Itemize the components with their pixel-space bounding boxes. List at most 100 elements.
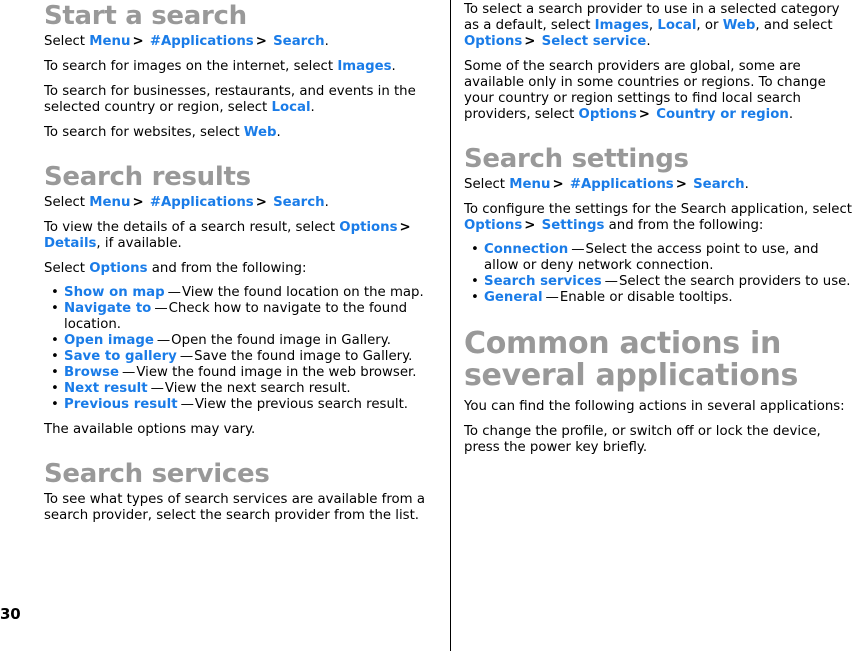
bullet-icon: •	[471, 290, 479, 305]
bullet-icon: •	[51, 301, 59, 316]
ui-term-images: Images	[594, 18, 649, 33]
left-column: Start a search Select Menu > #Application…	[44, 0, 440, 533]
paragraph-view-details: To view the details of a search result, …	[44, 220, 440, 252]
ui-term-applications: #Applications	[569, 177, 674, 192]
text-local-post: .	[310, 100, 315, 115]
list-item: • Navigate to —Check how to navigate to th…	[44, 301, 440, 333]
option-term: Open image	[64, 333, 154, 348]
ui-term-search: Search	[273, 195, 325, 210]
text-details-post: , if available.	[96, 236, 182, 251]
em-dash: —	[122, 365, 136, 380]
option-term: Connection	[484, 242, 569, 257]
section-title-search-results: Search results	[44, 162, 251, 192]
ui-term-options: Options	[339, 220, 398, 235]
list-item: • Browse —View the found image in the web …	[44, 365, 440, 381]
text-local-pre: To search for businesses, restaurants, a…	[44, 84, 416, 115]
path-separator: >	[552, 177, 564, 192]
ui-term-menu: Menu	[89, 34, 131, 49]
path-period: .	[324, 34, 329, 49]
bullet-icon: •	[471, 274, 479, 289]
option-term: Navigate to	[64, 301, 152, 316]
text-default-mid-3: , and select	[755, 18, 833, 33]
option-term: Previous result	[64, 397, 178, 412]
list-item: • Connection —Select the access point to u…	[464, 242, 855, 274]
option-term: Show on map	[64, 285, 165, 300]
path-separator: >	[132, 195, 144, 210]
option-term: Browse	[64, 365, 120, 380]
text-configure-post: and from the following:	[604, 218, 764, 233]
ui-term-images: Images	[337, 59, 392, 74]
option-term: Next result	[64, 381, 148, 396]
section-title-search-services: Search services	[44, 459, 270, 489]
text-global-post: .	[788, 107, 794, 122]
path-period: .	[324, 195, 329, 210]
option-description: View the found image in the web browser.	[136, 365, 417, 380]
ui-term-web: Web	[722, 18, 756, 33]
text-images-pre: To search for images on the internet, se…	[44, 59, 338, 74]
paragraph-search-settings-path: Select Menu > #Applications > Search.	[464, 177, 855, 193]
ui-term-settings: Settings	[541, 218, 605, 233]
path-intro-text: Select	[464, 177, 506, 192]
section-title-search-settings: Search settings	[464, 144, 689, 174]
paragraph-search-service-types: To see what types of search services are…	[44, 492, 426, 523]
paragraph-global-providers: Some of the search providers are global,…	[464, 59, 855, 123]
ui-term-search: Search	[273, 34, 325, 49]
paragraph-search-images: To search for images on the internet, se…	[44, 59, 440, 75]
path-separator: >	[255, 34, 267, 49]
text-images-post: .	[391, 59, 396, 74]
option-description: View the next search result.	[164, 381, 351, 396]
ui-term-options: Options	[89, 261, 148, 276]
text-default-post: .	[646, 34, 651, 49]
ui-term-select-service: Select service	[541, 34, 647, 49]
text-web-pre: To search for websites, select	[44, 125, 244, 140]
option-term: General	[484, 290, 543, 305]
paragraph-select-options: Select Options and from the following:	[44, 261, 440, 277]
list-item: • Show on map —View the found location on …	[44, 285, 440, 301]
list-item: • Search services —Select the search provi…	[464, 274, 855, 290]
path-separator: >	[524, 34, 536, 49]
bullet-icon: •	[51, 285, 59, 300]
paragraph-default-provider: To select a search provider to use in a …	[464, 2, 855, 50]
bullet-icon: •	[51, 397, 59, 412]
section-title-start-a-search: Start a search	[44, 1, 247, 31]
right-column: To select a search provider to use in a …	[464, 0, 855, 465]
paragraph-power-key: To change the profile, or switch off or …	[464, 424, 821, 455]
em-dash: —	[156, 333, 171, 348]
option-term: Save to gallery	[64, 349, 177, 364]
option-description: View the previous search result.	[194, 397, 409, 412]
ui-term-options: Options	[464, 34, 523, 49]
paragraph-search-web: To search for websites, select Web.	[44, 125, 440, 141]
text-default-mid-2: , or	[696, 18, 723, 33]
list-item: • Save to gallery —Save the found image to…	[44, 349, 440, 365]
paragraph-options-may-vary: The available options may vary.	[44, 422, 256, 437]
path-intro-text: Select	[44, 34, 86, 49]
paragraph-start-search-path: Select Menu > #Applications > Search.	[44, 34, 440, 50]
text-web-post: .	[276, 125, 281, 140]
path-separator: >	[255, 195, 267, 210]
bullet-icon: •	[471, 242, 479, 257]
ui-term-menu: Menu	[89, 195, 131, 210]
option-description: Enable or disable tooltips.	[559, 290, 733, 305]
text-details-pre: To view the details of a search result, …	[44, 220, 340, 235]
option-description: Open the found image in Gallery.	[171, 333, 391, 348]
em-dash: —	[604, 274, 618, 289]
ui-term-country-or-region: Country or region	[656, 107, 789, 122]
path-separator: >	[132, 34, 144, 49]
bullet-icon: •	[51, 333, 59, 348]
ui-term-local: Local	[271, 100, 311, 115]
path-separator: >	[675, 177, 687, 192]
ui-term-options: Options	[578, 107, 637, 122]
chapter-title-common-actions: Common actions in several applications	[464, 326, 799, 393]
option-description: View the found location on the map.	[181, 285, 424, 300]
ui-term-details: Details	[44, 236, 97, 251]
bullet-icon: •	[51, 365, 59, 380]
paragraph-find-actions: You can find the following actions in se…	[464, 399, 845, 414]
option-description: Select the search providers to use.	[618, 274, 851, 289]
ui-term-applications: #Applications	[149, 195, 254, 210]
em-dash: —	[150, 381, 164, 396]
em-dash: —	[179, 349, 194, 364]
em-dash: —	[545, 290, 559, 305]
option-description: Save the found image to Gallery.	[194, 349, 413, 364]
path-intro-text: Select	[44, 195, 86, 210]
text-options-pre: Select	[44, 261, 90, 276]
